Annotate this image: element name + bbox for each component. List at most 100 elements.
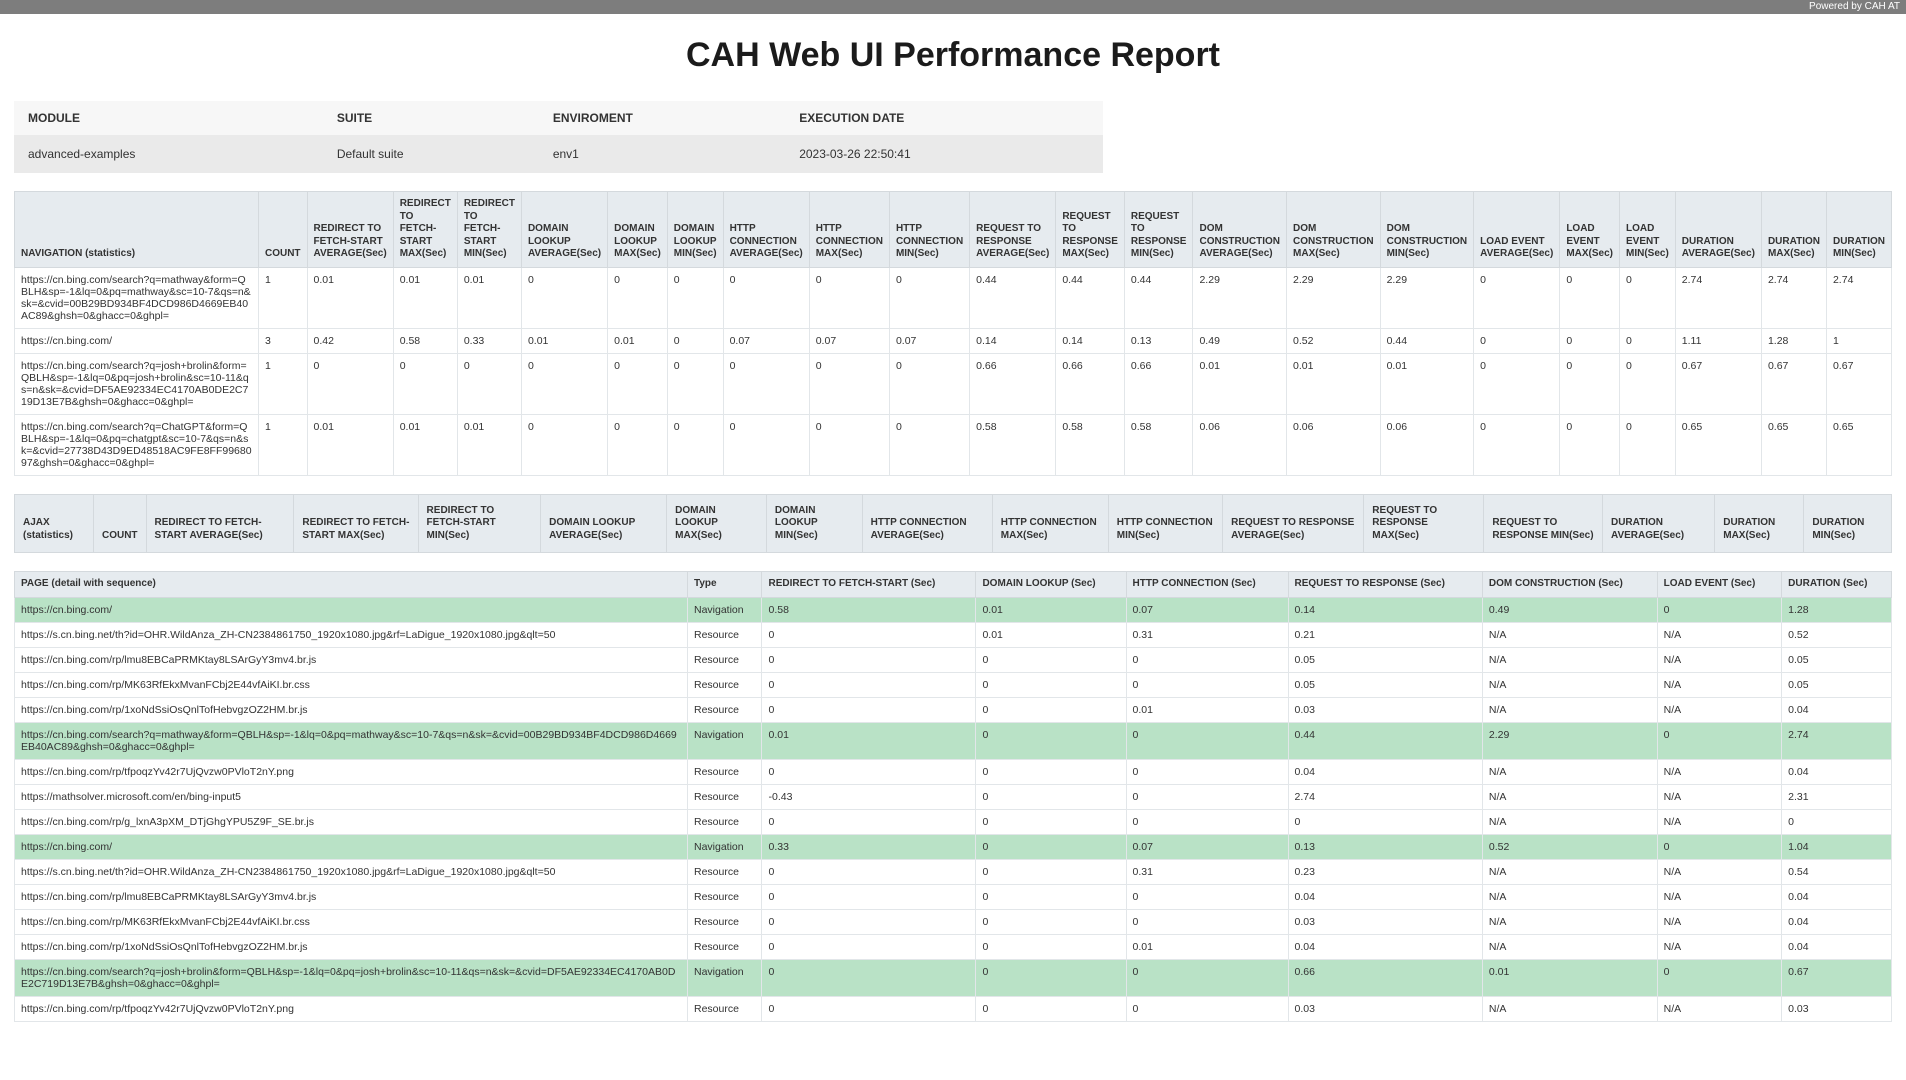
detail-row: https://s.cn.bing.net/th?id=OHR.WildAnza…	[15, 859, 1892, 884]
detail-cell: N/A	[1657, 884, 1782, 909]
detail-cell: N/A	[1657, 647, 1782, 672]
detail-cell: 0.01	[1482, 959, 1657, 996]
detail-row: https://cn.bing.com/search?q=josh+brolin…	[15, 959, 1892, 996]
info-value: env1	[539, 135, 785, 173]
info-value: 2023-03-26 22:50:41	[785, 135, 1103, 173]
detail-header: DURATION (Sec)	[1782, 572, 1892, 598]
detail-cell: 0.01	[1126, 697, 1288, 722]
nav-cell: 0	[723, 267, 809, 328]
nav-cell: 0.42	[307, 328, 393, 353]
detail-cell: N/A	[1482, 622, 1657, 647]
ajax-header: REQUEST TO RESPONSE AVERAGE(Sec)	[1223, 494, 1364, 553]
nav-cell: 0.66	[1056, 353, 1125, 414]
nav-cell: 0.65	[1826, 414, 1891, 475]
detail-cell: N/A	[1482, 934, 1657, 959]
ajax-header: HTTP CONNECTION AVERAGE(Sec)	[862, 494, 992, 553]
nav-cell: 0.44	[1380, 328, 1474, 353]
detail-cell: 0	[762, 959, 976, 996]
detail-cell: 0	[976, 996, 1126, 1021]
nav-row: https://cn.bing.com/search?q=mathway&for…	[15, 267, 1892, 328]
detail-cell: 0.33	[762, 834, 976, 859]
nav-header: DURATION MAX(Sec)	[1761, 192, 1826, 268]
nav-header: REDIRECT TO FETCH-START AVERAGE(Sec)	[307, 192, 393, 268]
ajax-header: DURATION MAX(Sec)	[1715, 494, 1804, 553]
detail-cell: 0.03	[1288, 909, 1482, 934]
nav-row: https://cn.bing.com/search?q=ChatGPT&for…	[15, 414, 1892, 475]
detail-cell: 0.03	[1288, 697, 1482, 722]
detail-cell: 0	[1126, 996, 1288, 1021]
detail-cell: 0.21	[1288, 622, 1482, 647]
detail-header: PAGE (detail with sequence)	[15, 572, 688, 598]
detail-url-cell: https://cn.bing.com/rp/MK63RfEkxMvanFCbj…	[15, 672, 688, 697]
detail-cell: 0.52	[1482, 834, 1657, 859]
detail-cell: 0	[976, 722, 1126, 759]
detail-header: HTTP CONNECTION (Sec)	[1126, 572, 1288, 598]
nav-cell: 0	[889, 353, 969, 414]
detail-cell: 0	[976, 934, 1126, 959]
nav-cell: 0.66	[970, 353, 1056, 414]
detail-row: https://cn.bing.com/rp/g_lxnA3pXM_DTjGhg…	[15, 809, 1892, 834]
detail-cell: N/A	[1482, 784, 1657, 809]
nav-header: DURATION AVERAGE(Sec)	[1675, 192, 1761, 268]
detail-cell: N/A	[1657, 909, 1782, 934]
detail-cell: 0	[976, 759, 1126, 784]
nav-header: DOMAIN LOOKUP MIN(Sec)	[667, 192, 723, 268]
detail-cell: 0	[976, 697, 1126, 722]
navigation-stats-table: NAVIGATION (statistics)COUNTREDIRECT TO …	[14, 191, 1892, 476]
nav-url-cell: https://cn.bing.com/search?q=mathway&for…	[15, 267, 259, 328]
detail-cell: 2.31	[1782, 784, 1892, 809]
nav-cell: 0.14	[970, 328, 1056, 353]
nav-header: DOM CONSTRUCTION MIN(Sec)	[1380, 192, 1474, 268]
detail-header: Type	[688, 572, 762, 598]
nav-cell: 0.44	[1124, 267, 1193, 328]
nav-cell: 0	[1474, 414, 1560, 475]
detail-cell: 0	[762, 759, 976, 784]
nav-cell: 0	[393, 353, 457, 414]
nav-header: LOAD EVENT AVERAGE(Sec)	[1474, 192, 1560, 268]
detail-url-cell: https://cn.bing.com/rp/lmu8EBCaPRMKtay8L…	[15, 647, 688, 672]
nav-header: REDIRECT TO FETCH-START MIN(Sec)	[457, 192, 521, 268]
nav-cell: 0.01	[393, 414, 457, 475]
nav-header: REDIRECT TO FETCH-START MAX(Sec)	[393, 192, 457, 268]
detail-cell: N/A	[1482, 697, 1657, 722]
nav-cell: 0.01	[307, 267, 393, 328]
nav-cell: 0	[307, 353, 393, 414]
nav-cell: 0	[667, 414, 723, 475]
detail-cell: Navigation	[688, 834, 762, 859]
detail-row: https://cn.bing.com/rp/MK63RfEkxMvanFCbj…	[15, 672, 1892, 697]
detail-url-cell: https://cn.bing.com/search?q=josh+brolin…	[15, 959, 688, 996]
nav-cell: 0.01	[1380, 353, 1474, 414]
detail-cell: N/A	[1657, 859, 1782, 884]
detail-cell: 0.44	[1288, 722, 1482, 759]
nav-header: DOMAIN LOOKUP AVERAGE(Sec)	[521, 192, 607, 268]
detail-cell: 0	[1126, 672, 1288, 697]
top-bar: Powered by CAH AT	[0, 0, 1906, 14]
nav-cell: 1	[258, 267, 307, 328]
nav-header: DOM CONSTRUCTION AVERAGE(Sec)	[1193, 192, 1287, 268]
detail-row: https://cn.bing.com/rp/lmu8EBCaPRMKtay8L…	[15, 884, 1892, 909]
detail-cell: N/A	[1657, 934, 1782, 959]
nav-cell: 2.29	[1380, 267, 1474, 328]
detail-cell: Resource	[688, 996, 762, 1021]
nav-header: HTTP CONNECTION AVERAGE(Sec)	[723, 192, 809, 268]
detail-cell: Resource	[688, 647, 762, 672]
info-header: EXECUTION DATE	[785, 101, 1103, 135]
nav-cell: 0	[608, 267, 668, 328]
nav-cell: 0	[608, 414, 668, 475]
nav-cell: 0	[1620, 267, 1676, 328]
detail-cell: 0.07	[1126, 834, 1288, 859]
nav-cell: 0	[809, 414, 889, 475]
detail-cell: 0	[976, 884, 1126, 909]
ajax-header: REQUEST TO RESPONSE MIN(Sec)	[1484, 494, 1603, 553]
detail-cell: 0.01	[1126, 934, 1288, 959]
detail-cell: 0	[976, 647, 1126, 672]
detail-url-cell: https://cn.bing.com/rp/MK63RfEkxMvanFCbj…	[15, 909, 688, 934]
detail-url-cell: https://cn.bing.com/	[15, 834, 688, 859]
nav-cell: 0	[667, 353, 723, 414]
nav-cell: 0.65	[1675, 414, 1761, 475]
page-title: CAH Web UI Performance Report	[0, 36, 1906, 75]
detail-url-cell: https://cn.bing.com/rp/g_lxnA3pXM_DTjGhg…	[15, 809, 688, 834]
detail-header: LOAD EVENT (Sec)	[1657, 572, 1782, 598]
nav-cell: 0	[1560, 353, 1620, 414]
detail-url-cell: https://cn.bing.com/search?q=mathway&for…	[15, 722, 688, 759]
